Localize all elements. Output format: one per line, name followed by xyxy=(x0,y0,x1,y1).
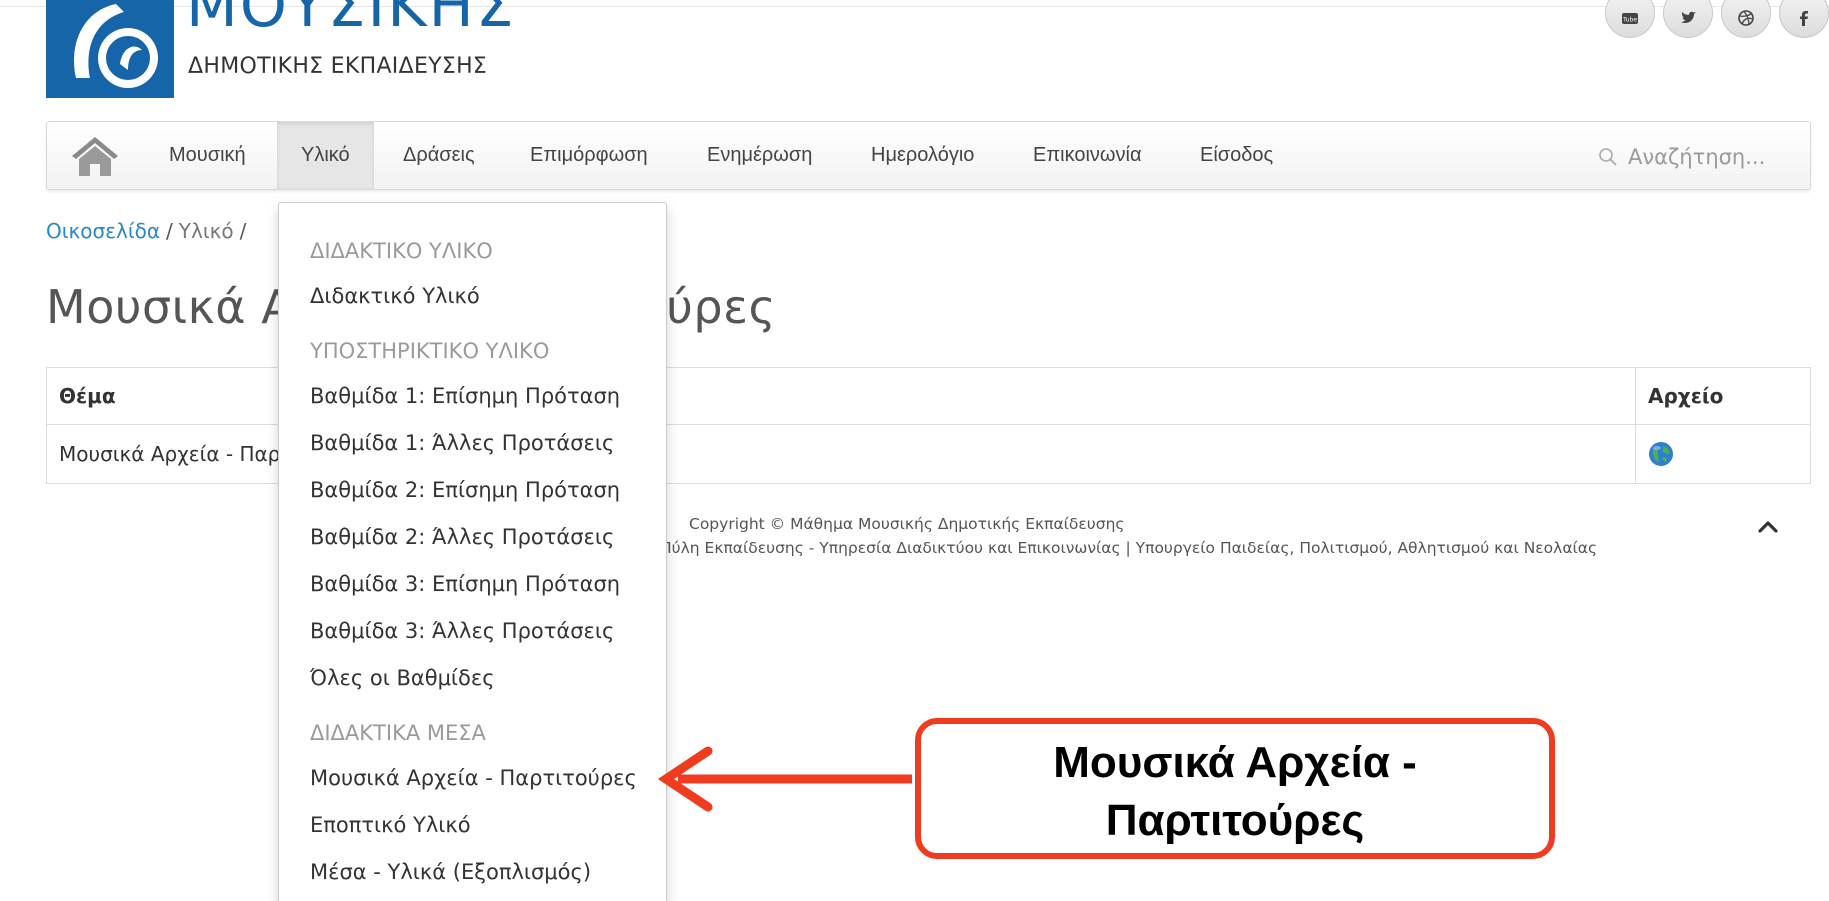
twitter-button[interactable] xyxy=(1663,0,1713,38)
svg-text:Tube: Tube xyxy=(1622,17,1637,24)
nav-item-training[interactable]: Επιμόρφωση xyxy=(530,122,648,189)
chevron-up-icon[interactable] xyxy=(1753,512,1783,542)
logo-mark-icon xyxy=(46,0,174,98)
dropdown-item-music-files[interactable]: Μουσικά Αρχεία - Παρτιτούρες xyxy=(310,766,637,790)
breadcrumb: Οικοσελίδα / Υλικό / xyxy=(46,219,252,243)
dribbble-icon xyxy=(1738,10,1754,26)
dropdown-item-equipment[interactable]: Μέσα - Υλικά (Εξοπλισμός) xyxy=(310,860,591,884)
breadcrumb-current: Υλικό xyxy=(178,219,234,243)
annotation-line-2: Παρτιτούρες xyxy=(1105,796,1365,845)
dropdown-item-grade3-official[interactable]: Βαθμίδα 3: Επίσημη Πρόταση xyxy=(310,572,620,596)
dropdown-item-visual-material[interactable]: Εποπτικό Υλικό xyxy=(310,813,471,837)
material-dropdown-menu: ΔΙΔΑΚΤΙΚΟ ΥΛΙΚΟ Διδακτικό Υλικό ΥΠΟΣΤΗΡΙ… xyxy=(278,202,667,901)
footer-copyright: Copyright © Μάθημα Μουσικής Δημοτικής Εκ… xyxy=(689,515,1125,533)
dropdown-item-grade1-official[interactable]: Βαθμίδα 1: Επίσημη Πρόταση xyxy=(310,384,620,408)
annotation-line-1: Μουσικά Αρχεία - xyxy=(1053,738,1417,787)
globe-icon[interactable] xyxy=(1648,441,1674,467)
site-logo[interactable]: ΜΟΥΣΙΚΗΣ ΔΗΜΟΤΙΚΗΣ ΕΚΠΑΙΔΕΥΣΗΣ xyxy=(46,0,566,100)
dropdown-header-teaching-media: ΔΙΔΑΚΤΙΚΑ ΜΕΣΑ xyxy=(310,721,486,745)
breadcrumb-separator: / xyxy=(166,219,173,243)
nav-item-contact[interactable]: Επικοινωνία xyxy=(1033,122,1142,189)
logo-subtitle: ΔΗΜΟΤΙΚΗΣ ΕΚΠΑΙΔΕΥΣΗΣ xyxy=(188,54,488,79)
footer: Copyright © Μάθημα Μουσικής Δημοτικής Εκ… xyxy=(660,512,1597,560)
dropdown-item-grade1-other[interactable]: Βαθμίδα 1: Άλλες Προτάσεις xyxy=(310,431,614,455)
cell-file xyxy=(1635,424,1811,484)
nav-item-calendar[interactable]: Ημερολόγιο xyxy=(871,122,974,189)
nav-item-music[interactable]: Μουσική xyxy=(169,122,246,189)
nav-item-login[interactable]: Είσοδος xyxy=(1200,122,1273,189)
dropdown-item-grade3-other[interactable]: Βαθμίδα 3: Άλλες Προτάσεις xyxy=(310,619,614,643)
breadcrumb-separator: / xyxy=(239,219,247,243)
search-icon[interactable] xyxy=(1598,147,1618,167)
dribbble-button[interactable] xyxy=(1721,0,1771,38)
dropdown-item-all-grades[interactable]: Όλες οι Βαθμίδες xyxy=(310,666,495,690)
header-file: Αρχείο xyxy=(1635,367,1811,425)
breadcrumb-home-link[interactable]: Οικοσελίδα xyxy=(46,219,160,243)
nav-item-actions[interactable]: Δράσεις xyxy=(403,122,475,189)
nav-search xyxy=(1598,144,1780,170)
social-links: Tube xyxy=(1605,0,1829,38)
annotation-callout: Μουσικά Αρχεία - Παρτιτούρες xyxy=(915,718,1555,859)
facebook-button[interactable] xyxy=(1779,0,1829,38)
twitter-icon xyxy=(1681,11,1696,24)
nav-item-news[interactable]: Ενημέρωση xyxy=(707,122,812,189)
dropdown-item-teaching-material[interactable]: Διδακτικό Υλικό xyxy=(310,284,480,308)
dropdown-item-grade2-other[interactable]: Βαθμίδα 2: Άλλες Προτάσεις xyxy=(310,525,614,549)
main-navbar: Μουσική Υλικό Δράσεις Επιμόρφωση Ενημέρω… xyxy=(46,121,1811,190)
annotation-arrow-icon xyxy=(657,746,912,812)
dropdown-header-teaching-material: ΔΙΔΑΚΤΙΚΟ ΥΛΙΚΟ xyxy=(310,239,493,263)
dropdown-header-supporting-material: ΥΠΟΣΤΗΡΙΚΤΙΚΟ ΥΛΙΚΟ xyxy=(310,339,550,363)
logo-title: ΜΟΥΣΙΚΗΣ xyxy=(186,0,516,41)
footer-credits: Πύλη Εκπαίδευσης - Υπηρεσία Διαδικτύου κ… xyxy=(660,539,1598,557)
youtube-button[interactable]: Tube xyxy=(1605,0,1655,38)
home-icon[interactable] xyxy=(69,134,121,178)
dropdown-item-grade2-official[interactable]: Βαθμίδα 2: Επίσημη Πρόταση xyxy=(310,478,620,502)
youtube-icon: Tube xyxy=(1622,13,1638,24)
facebook-icon xyxy=(1800,11,1808,26)
nav-item-material[interactable]: Υλικό xyxy=(277,122,374,189)
page: ΜΟΥΣΙΚΗΣ ΔΗΜΟΤΙΚΗΣ ΕΚΠΑΙΔΕΥΣΗΣ Tube Μουσ… xyxy=(0,0,1829,901)
search-input[interactable] xyxy=(1626,144,1780,170)
